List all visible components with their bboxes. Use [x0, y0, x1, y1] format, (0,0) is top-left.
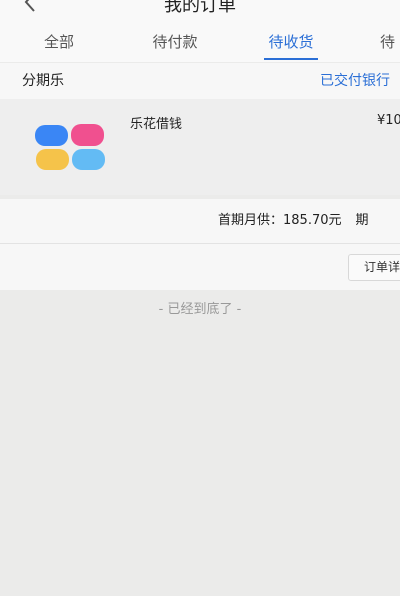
- tab-pending-payment[interactable]: 待付款: [142, 22, 208, 62]
- order-status: 已交付银行: [320, 73, 390, 89]
- order-details-button[interactable]: 订单详: [348, 254, 400, 281]
- page-title: 我的订单: [164, 0, 236, 16]
- order-tabs: 全部 待付款 待收货 待: [0, 22, 400, 62]
- order-product-item[interactable]: 乐花借钱 ¥10: [0, 99, 400, 195]
- navbar: 我的订单: [0, 0, 400, 22]
- active-tab-indicator: [264, 58, 318, 60]
- order-header: 分期乐 已交付银行: [0, 63, 400, 99]
- product-price: ¥10: [377, 113, 400, 128]
- first-payment-value: 185.70元: [283, 213, 342, 228]
- tab-more[interactable]: 待: [380, 22, 400, 62]
- tab-all[interactable]: 全部: [34, 22, 84, 62]
- order-actions: 订单详: [0, 244, 400, 290]
- installment-label: 期: [355, 213, 369, 228]
- end-of-list-text: - 已经到底了 -: [158, 302, 242, 317]
- product-logo-icon: [35, 124, 105, 170]
- order-summary: 首期月供：185.70元期: [0, 199, 400, 243]
- summary-text: 首期月供：185.70元期: [218, 199, 369, 243]
- first-payment-label: 首期月供：: [218, 213, 284, 228]
- product-name: 乐花借钱: [130, 117, 183, 132]
- shop-name: 分期乐: [22, 73, 64, 89]
- tab-pending-receipt[interactable]: 待收货: [258, 22, 324, 62]
